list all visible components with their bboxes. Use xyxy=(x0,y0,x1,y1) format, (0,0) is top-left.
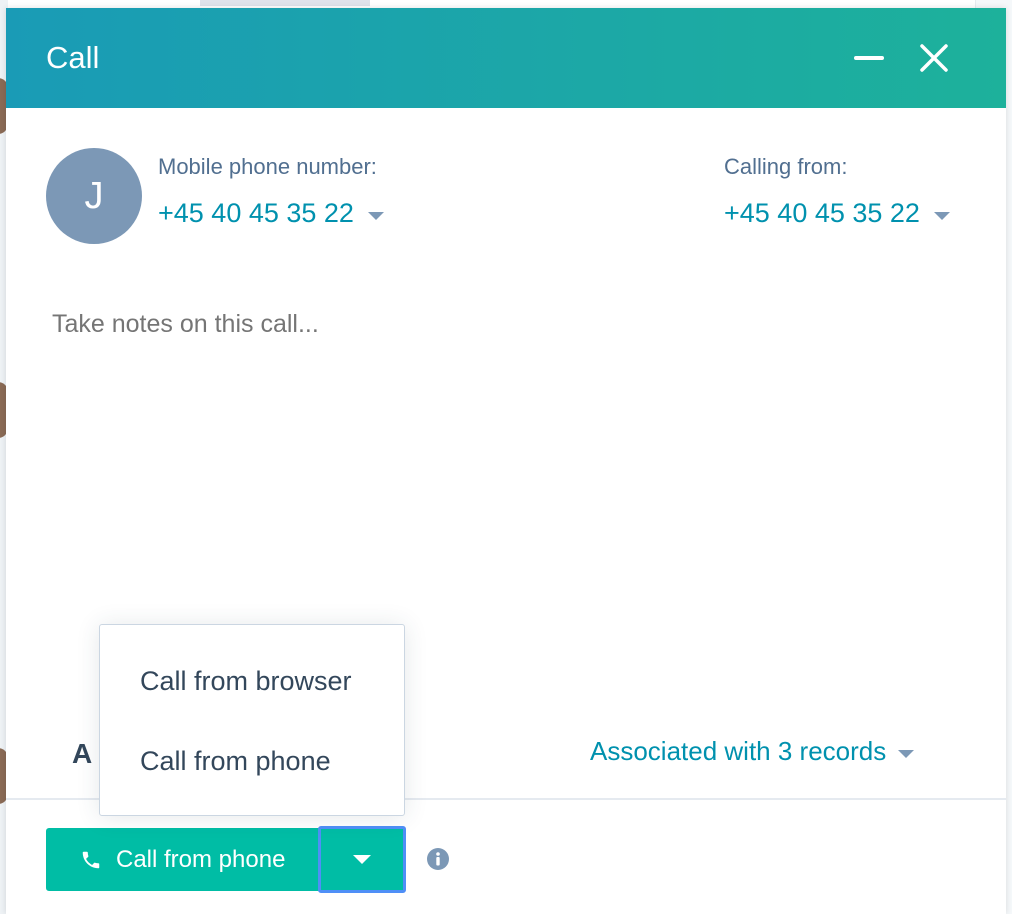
phone-icon xyxy=(82,851,100,868)
minimize-icon[interactable] xyxy=(854,56,884,60)
from-number-value: +45 40 45 35 22 xyxy=(724,198,920,228)
chevron-down-icon xyxy=(898,749,915,758)
chevron-down-icon xyxy=(353,855,371,864)
call-options-toggle[interactable] xyxy=(318,826,406,893)
chevron-down-icon xyxy=(933,211,950,220)
modal-header: Call xyxy=(6,8,1006,108)
menu-item-call-from-browser[interactable]: Call from browser xyxy=(100,641,404,721)
menu-item-call-from-phone[interactable]: Call from phone xyxy=(100,721,404,801)
call-notes-input[interactable] xyxy=(52,310,952,610)
call-button[interactable]: Call from phone xyxy=(46,828,320,891)
associations-dropdown[interactable]: Associated with 3 records xyxy=(590,736,915,767)
background-header-text xyxy=(200,0,370,6)
call-options-menu: Call from browser Call from phone xyxy=(99,624,405,816)
close-icon[interactable] xyxy=(916,40,952,76)
call-button-label: Call from phone xyxy=(116,845,286,873)
associations-label: A xyxy=(72,738,93,769)
associations-link-label: Associated with 3 records xyxy=(590,736,887,766)
to-number-value: +45 40 45 35 22 xyxy=(158,198,354,228)
call-modal: Call J Mobile phone number: +45 40 45 35… xyxy=(6,8,1006,914)
chevron-down-icon xyxy=(367,211,384,220)
modal-title: Call xyxy=(46,40,100,75)
to-number-select[interactable]: +45 40 45 35 22 xyxy=(158,198,384,229)
info-icon[interactable] xyxy=(426,847,450,871)
from-number-label: Calling from: xyxy=(724,154,848,179)
from-number-select[interactable]: +45 40 45 35 22 xyxy=(724,198,950,229)
contact-avatar: J xyxy=(46,148,142,244)
to-number-label: Mobile phone number: xyxy=(158,154,377,179)
